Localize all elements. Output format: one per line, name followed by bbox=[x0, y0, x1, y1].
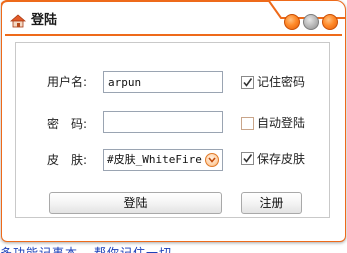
chevron-down-icon[interactable] bbox=[205, 153, 219, 167]
titlebar[interactable]: 登陆 bbox=[1, 0, 346, 36]
auto-login-label[interactable]: 自动登陆 bbox=[257, 115, 305, 131]
save-skin-label[interactable]: 保存皮肤 bbox=[257, 151, 305, 167]
save-skin-checkbox[interactable] bbox=[241, 152, 254, 165]
checkmark-icon bbox=[243, 78, 253, 87]
remember-password-label[interactable]: 记住密码 bbox=[257, 74, 305, 90]
skin-label: 皮 肤: bbox=[47, 153, 88, 167]
register-button[interactable]: 注册 bbox=[241, 192, 302, 214]
skin-select-value: #皮肤_WhiteFire bbox=[107, 153, 202, 166]
login-button[interactable]: 登陆 bbox=[49, 192, 222, 214]
skin-select[interactable]: #皮肤_WhiteFire bbox=[103, 149, 223, 171]
close-button[interactable] bbox=[322, 14, 338, 30]
username-label: 用户名: bbox=[47, 75, 88, 89]
checkmark-icon bbox=[243, 154, 253, 163]
auto-login-checkbox[interactable] bbox=[241, 117, 254, 130]
username-input[interactable] bbox=[103, 71, 223, 93]
screen: 多功能记事本---帮你记住一切 登陆 用户名: arpun 密 码: 皮 肤: … bbox=[0, 0, 347, 253]
window-title: 登陆 bbox=[31, 13, 58, 28]
house-icon bbox=[9, 13, 27, 29]
password-label: 密 码: bbox=[47, 117, 88, 131]
password-input[interactable] bbox=[103, 111, 223, 133]
minimize-button[interactable] bbox=[284, 14, 300, 30]
maximize-button[interactable] bbox=[303, 14, 319, 30]
login-dialog: 登陆 用户名: 密 码: 皮 肤: #皮肤_WhiteFire bbox=[1, 0, 346, 242]
remember-password-checkbox[interactable] bbox=[241, 76, 254, 89]
